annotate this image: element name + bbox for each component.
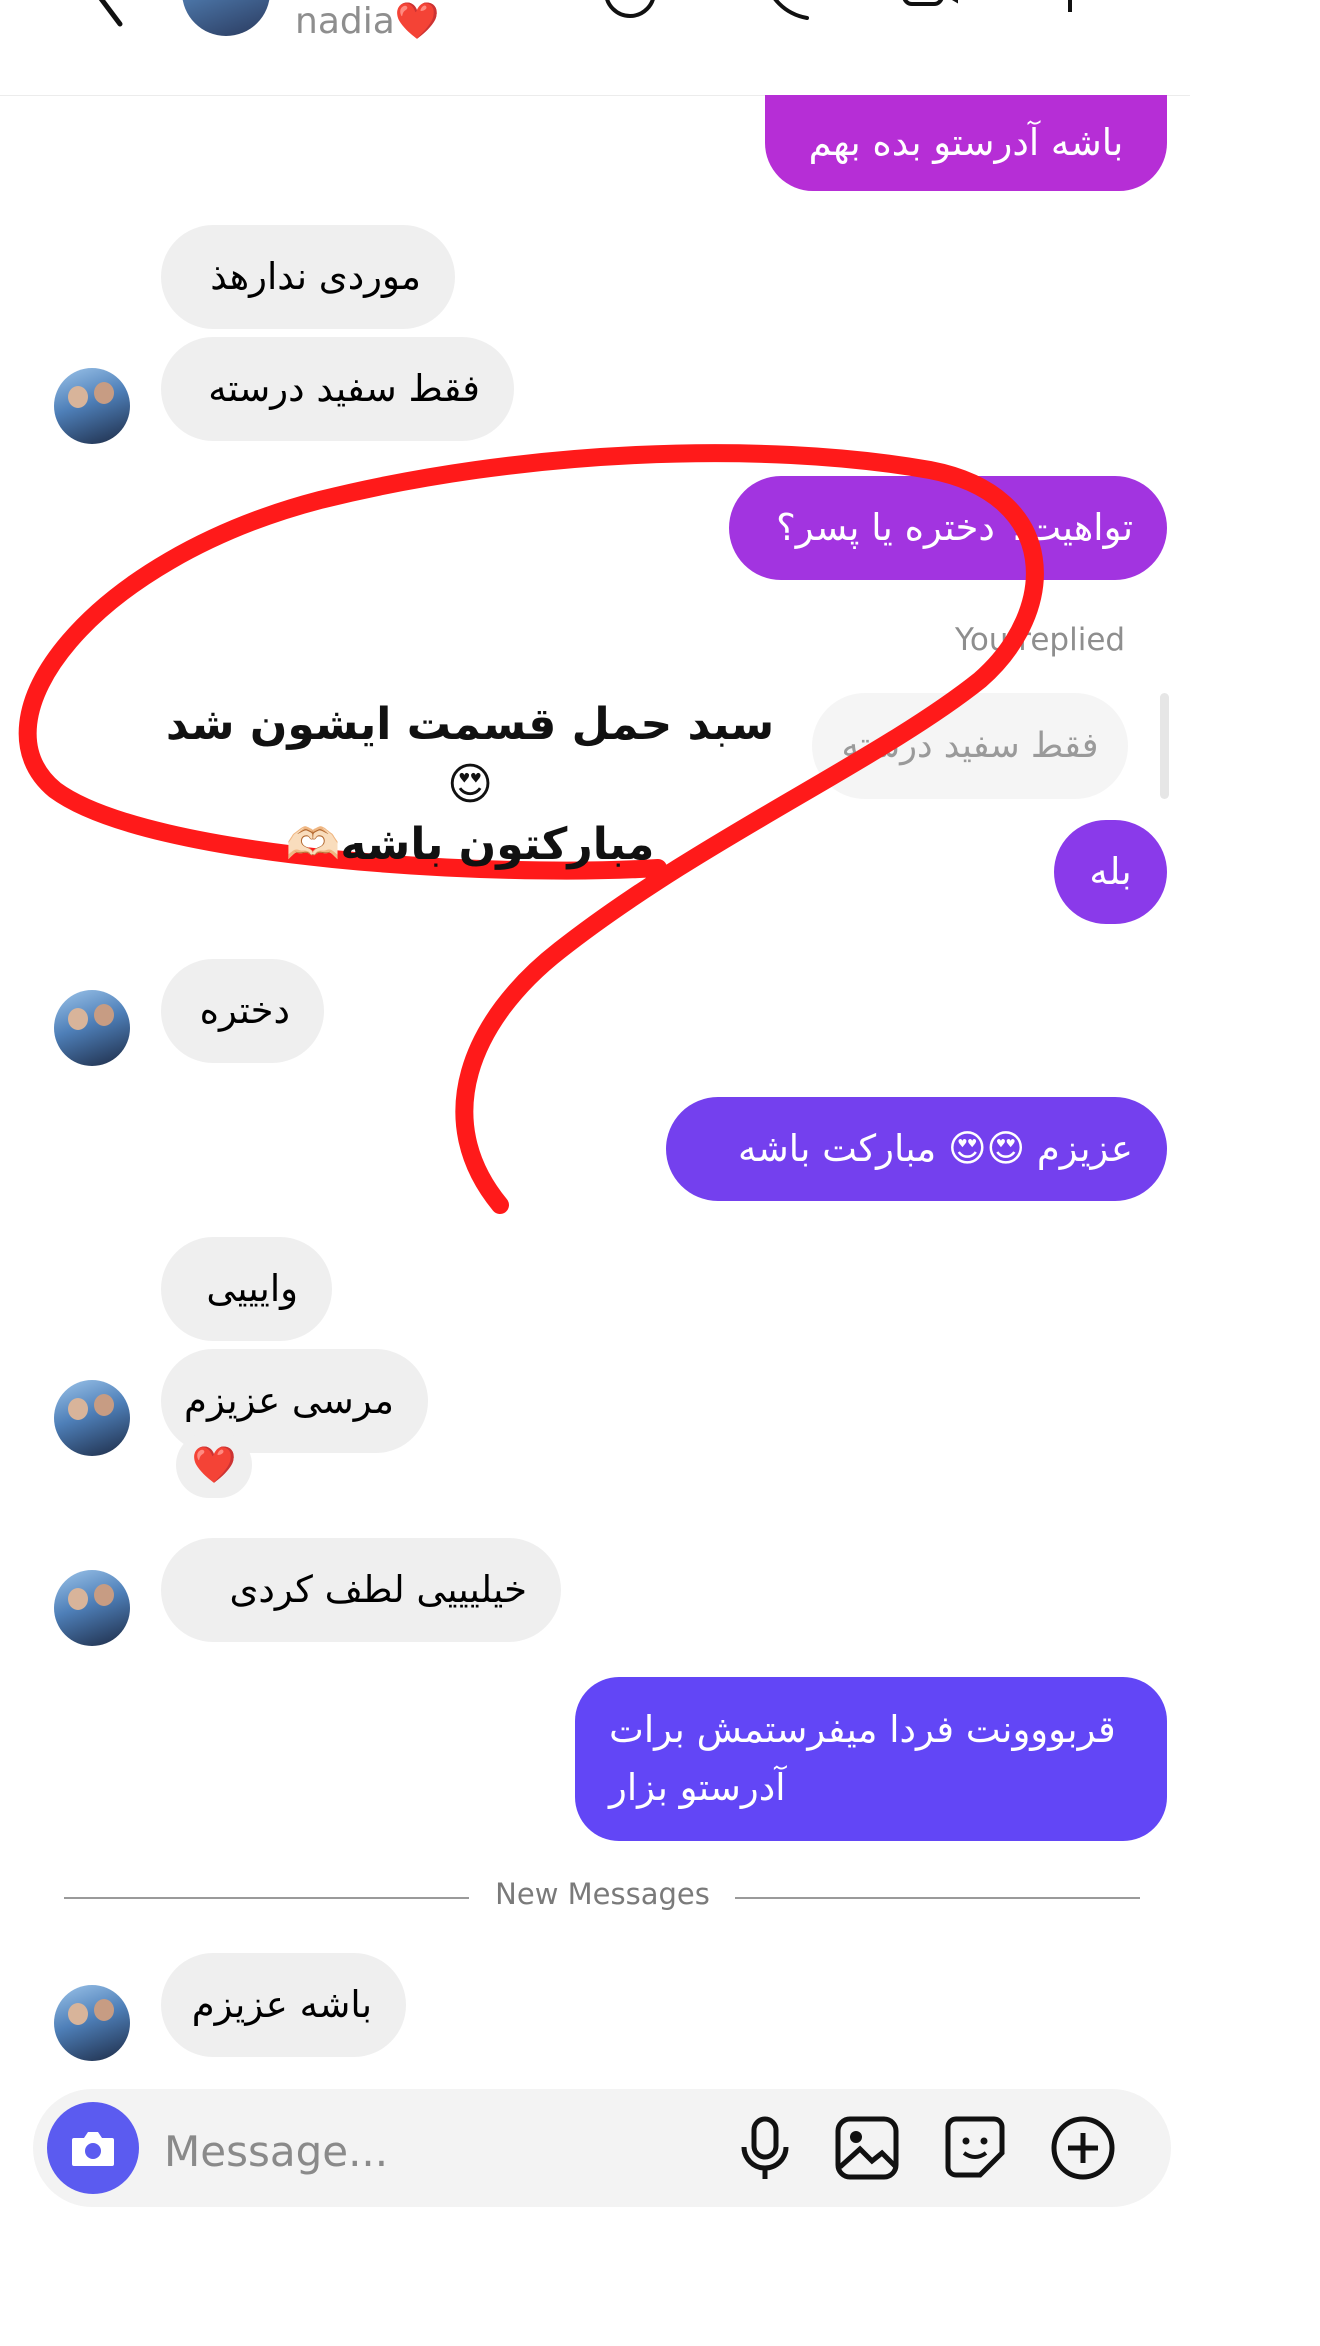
- contact-avatar[interactable]: [54, 990, 130, 1066]
- outgoing-message[interactable]: بله: [1054, 820, 1167, 924]
- contact-avatar[interactable]: [54, 368, 130, 444]
- microphone-icon[interactable]: [730, 2113, 800, 2183]
- message-input[interactable]: [162, 2118, 726, 2184]
- outgoing-message[interactable]: عزیزم 😍😍 مبارکت باشه: [666, 1097, 1167, 1201]
- reply-label: You replied: [955, 622, 1126, 658]
- contact-avatar[interactable]: [54, 1985, 130, 2061]
- incoming-message[interactable]: فقط سفید درسته: [161, 337, 514, 441]
- annotation-text: سبد حمل قسمت ایشون شد😍 مبارکتون باشه🫶🏻: [150, 695, 790, 875]
- divider-line: [64, 1897, 469, 1899]
- header-avatar[interactable]: [182, 0, 270, 36]
- new-messages-label: New Messages: [495, 1877, 710, 1911]
- message-line: آدرستو بزار: [609, 1766, 786, 1809]
- background-strip: [1190, 0, 1320, 2346]
- contact-avatar[interactable]: [54, 1570, 130, 1646]
- annotation-line: سبد حمل قسمت ایشون شد😍: [165, 699, 775, 810]
- flag-icon[interactable]: [1060, 0, 1120, 30]
- plus-icon[interactable]: [1048, 2113, 1118, 2183]
- quoted-message[interactable]: فقط سفید درسته: [812, 693, 1128, 799]
- chat-header: nadia❤️: [0, 0, 1190, 96]
- camera-button[interactable]: [47, 2102, 139, 2194]
- video-icon[interactable]: [900, 0, 960, 30]
- back-icon[interactable]: [80, 0, 140, 30]
- incoming-message[interactable]: باشه عزیزم: [161, 1953, 406, 2057]
- message-line: قربووونت فردا میفرستمش برات: [609, 1708, 1116, 1751]
- chat-screen: nadia❤️ باشه آدرستو بده بهم موردی ندارهذ…: [0, 0, 1190, 2346]
- contact-name[interactable]: nadia❤️: [295, 0, 440, 44]
- contact-avatar[interactable]: [54, 1380, 130, 1456]
- sticker-icon[interactable]: [600, 0, 660, 30]
- gallery-icon[interactable]: [832, 2113, 902, 2183]
- incoming-message[interactable]: خیلیییی لطف کردی: [161, 1538, 561, 1642]
- camera-icon: [72, 2132, 114, 2166]
- outgoing-message[interactable]: باشه آدرستو بده بهم: [765, 95, 1167, 191]
- phone-icon[interactable]: [755, 0, 815, 30]
- incoming-message[interactable]: موردی ندارهذ: [161, 225, 455, 329]
- reply-indicator-bar: [1160, 693, 1169, 799]
- incoming-message[interactable]: دختره: [161, 959, 324, 1063]
- outgoing-message[interactable]: قربووونت فردا میفرستمش برات آدرستو بزار: [575, 1677, 1167, 1841]
- incoming-message[interactable]: وایییی: [161, 1237, 332, 1341]
- heart-reaction[interactable]: ❤️: [176, 1432, 252, 1498]
- sticker-icon[interactable]: [940, 2113, 1010, 2183]
- annotation-line: مبارکتون باشه🫶🏻: [285, 819, 655, 870]
- outgoing-message[interactable]: تواهیت؟ دختره یا پسر؟: [729, 476, 1167, 580]
- divider-line: [735, 1897, 1140, 1899]
